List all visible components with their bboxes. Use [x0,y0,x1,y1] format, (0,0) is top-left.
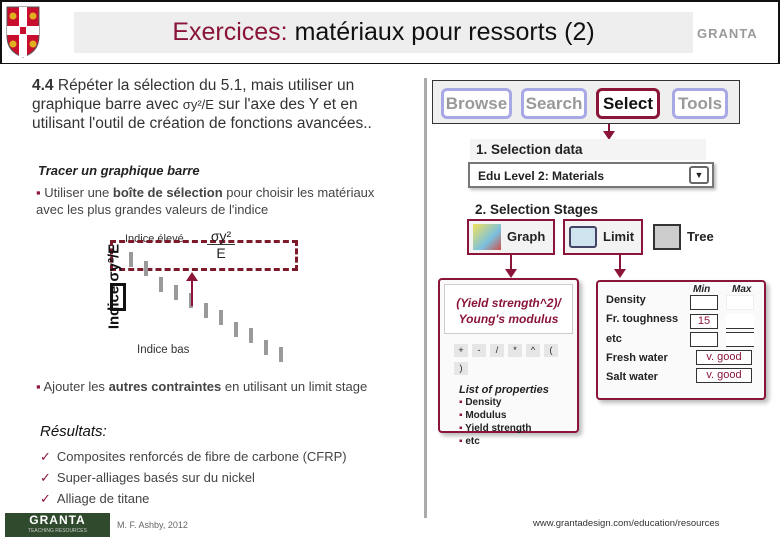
etc-min-input[interactable] [690,332,718,347]
graph-icon [473,224,501,250]
red-arrow-up [191,280,193,306]
property-item[interactable]: Modulus [459,409,577,422]
selection-data-dropdown[interactable]: Edu Level 2: Materials ▼ [468,162,714,188]
operator-button[interactable]: * [508,344,522,357]
tab-browse[interactable]: Browse [441,88,512,119]
property-item[interactable]: Yield strength [459,422,577,435]
schematic-bar [129,252,133,267]
function-display[interactable]: (Yield strength^2)/Young's modulus [444,284,573,334]
divider [424,78,427,518]
schematic-bar [204,303,208,318]
tab-search[interactable]: Search [521,88,587,119]
operator-button[interactable]: + [454,344,468,357]
title-bar: Exercices: matériaux pour ressorts (2) [74,12,693,53]
limit-label-salt-water: Salt water [606,371,658,383]
toughness-max-input[interactable] [726,314,754,329]
check-icon: ✓ [40,449,51,464]
operator-button[interactable]: ( [544,344,558,357]
low-index-label: Indice bas [137,344,190,356]
graph-stage-button[interactable]: Graph [467,219,555,255]
check-icon: ✓ [40,470,51,485]
density-max-input[interactable] [726,295,754,310]
results-heading: Résultats: [40,423,107,440]
page-title: Exercices: matériaux pour ressorts (2) [172,18,595,46]
result-item: ✓ Alliage de titane [40,491,150,506]
granta-logo-top: GRANTA [697,26,758,41]
arrow-down [603,124,615,140]
operator-button[interactable]: / [490,344,504,357]
university-shield-logo [6,6,40,58]
tab-tools[interactable]: Tools [672,88,728,119]
schematic-bar [219,310,223,325]
schematic-bar [264,340,268,355]
operator-button[interactable]: ^ [526,344,540,357]
schematic-bar [279,347,283,362]
limit-label-etc: etc [606,333,622,345]
operator-button[interactable]: ) [454,362,468,375]
tree-stage-button[interactable]: Tree [651,219,721,255]
toughness-min-input[interactable]: 15 [690,314,718,329]
limit-label-toughness: Fr. toughness [606,313,679,325]
property-item[interactable]: etc [459,435,577,448]
property-item[interactable]: Density [459,396,577,409]
tree-icon [653,224,681,250]
footer-url[interactable]: www.grantadesign.com/education/resources [533,518,719,529]
limit-stage-button[interactable]: Limit [563,219,643,255]
min-header: Min [693,284,711,295]
bullet-limit-stage: ▪ Ajouter les autres contraintes en util… [36,379,368,394]
limit-icon [569,226,597,248]
operator-buttons: + - / * ^ () [454,340,577,376]
schematic-bar [174,285,178,300]
schematic-bar [249,328,253,343]
salt-water-select[interactable]: v. good [696,368,752,383]
properties-list: Density Modulus Yield strength etc [459,396,577,448]
operator-button[interactable]: - [472,344,486,357]
limit-panel: Min Max Density Fr. toughness 15 etc Fre… [596,280,766,400]
fresh-water-select[interactable]: v. good [696,350,752,365]
chevron-down-icon[interactable]: ▼ [689,166,709,184]
limit-label-fresh-water: Fresh water [606,352,668,364]
index-formula: σy² E [207,228,235,261]
results-list: ✓ Composites renforcés de fibre de carbon… [40,446,347,509]
selection-data-title: 1. Selection data [470,139,706,160]
limit-label-density: Density [606,294,646,306]
intro-paragraph: 4.4 Répéter la sélection du 5.1, mais ut… [32,77,372,132]
author-credit: M. F. Ashby, 2012 [117,520,188,530]
arrow-down [614,255,626,278]
graph-function-panel: (Yield strength^2)/Young's modulus + - / * ^… [438,278,579,447]
result-item: ✓ Composites renforcés de fibre de carbon… [40,449,347,464]
tab-select[interactable]: Select [596,88,660,119]
result-item: ✓ Super-alliages basés sur du nickel [40,470,255,485]
subheading-bar-chart: Tracer un graphique barre [38,163,200,178]
empty-box-glyph [110,283,126,311]
schematic-bar [159,277,163,292]
density-min-input[interactable] [690,295,718,310]
selection-box [110,240,298,271]
selection-stages-title: 2. Selection Stages [475,202,599,217]
schematic-bar [144,261,148,276]
properties-list-title: List of properties [459,384,549,396]
check-icon: ✓ [40,491,51,506]
max-header: Max [732,284,752,295]
bullet-selection-box: ▪ Utiliser une boîte de sélection pour c… [36,185,375,217]
arrow-down [505,255,517,278]
granta-footer-logo: GRANTA TEACHING RESOURCES [5,513,110,537]
etc-max-input[interactable] [726,332,754,347]
toolbar: Browse Search Select Tools [432,80,740,124]
schematic-bar [234,322,238,337]
